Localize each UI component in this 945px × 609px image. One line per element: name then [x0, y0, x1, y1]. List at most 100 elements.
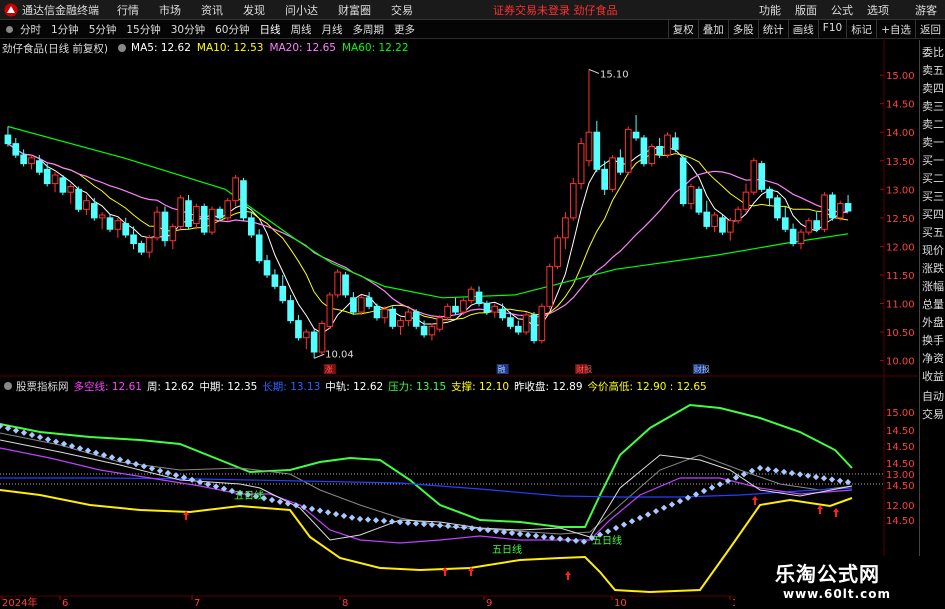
panel-buy1[interactable]: 买一	[921, 152, 945, 168]
panel-auto[interactable]: 自动	[921, 388, 945, 404]
candle-body-down	[200, 205, 208, 233]
candle	[412, 309, 420, 330]
candle-body-down	[75, 188, 82, 210]
sub-axis-label: 15.00	[886, 408, 915, 419]
price-axis-label: 12.00	[886, 242, 915, 253]
panel-buy5[interactable]: 买五	[921, 224, 945, 240]
candle-body-down	[530, 314, 538, 342]
candle-body-down	[90, 203, 98, 219]
candle	[711, 212, 718, 233]
candle-body-down	[632, 131, 640, 139]
candle	[169, 223, 177, 250]
panel-trade[interactable]: 交易	[921, 406, 945, 422]
candle	[224, 197, 232, 221]
midterm-diamond	[796, 471, 804, 478]
panel-sell4[interactable]: 卖四	[921, 80, 945, 96]
candle	[844, 195, 852, 212]
candle-body-up	[381, 308, 389, 319]
candle-body-down	[255, 234, 263, 262]
midterm-diamond	[556, 535, 564, 542]
candle-body-down	[43, 168, 51, 185]
panel-turnover[interactable]: 换手	[921, 332, 945, 348]
candle-body-down	[758, 163, 766, 190]
candle-body-down	[185, 200, 192, 227]
candle	[59, 175, 67, 196]
candle	[797, 229, 805, 250]
midterm-diamond	[612, 524, 620, 532]
panel-sell3[interactable]: 卖三	[921, 98, 945, 114]
midterm-diamond	[364, 516, 372, 523]
candle	[719, 215, 726, 235]
legend-ma10: MA10: 12.53	[196, 42, 264, 54]
candle	[193, 203, 200, 230]
panel-change-pct[interactable]: 涨幅	[921, 278, 945, 294]
candle	[452, 297, 459, 315]
legend-ma60: MA60: 12.22	[341, 42, 409, 54]
panel-outer[interactable]: 外盘	[921, 314, 945, 330]
legend-yali: 压力: 13.15	[388, 380, 447, 393]
sub-legend-settings-icon[interactable]	[4, 382, 12, 390]
candle	[624, 126, 632, 176]
site-watermark: 乐淘公式网 www.60lt.com	[735, 556, 945, 609]
event-marker-label: 涨	[325, 364, 333, 374]
candle	[742, 183, 750, 213]
panel-weibi[interactable]: 委比	[921, 44, 945, 60]
panel-buy3[interactable]: 买三	[921, 188, 945, 204]
midterm-diamond	[564, 536, 572, 543]
candle	[28, 155, 35, 170]
midterm-diamond	[540, 533, 548, 540]
candle	[781, 206, 789, 233]
candle	[601, 160, 608, 196]
legend-settings-icon[interactable]	[118, 44, 127, 52]
candle	[90, 197, 98, 221]
midterm-diamond	[476, 526, 484, 533]
panel-sell5[interactable]: 卖五	[921, 62, 945, 78]
midterm-diamond	[316, 507, 324, 514]
five-day-line-label: 五日线	[492, 543, 522, 556]
candle	[208, 206, 216, 235]
kline-chart[interactable]: 15.00 14.50 14.00 13.50 13.00 12.50 12.00 11.50…	[0, 0, 945, 609]
time-axis-label: 9	[486, 598, 492, 609]
panel-price[interactable]: 现价	[921, 242, 945, 258]
midterm-diamond	[76, 445, 84, 452]
midterm-diamond	[820, 475, 828, 482]
candle	[318, 320, 326, 355]
candle	[640, 135, 648, 167]
panel-volume[interactable]: 总量	[921, 296, 945, 312]
panel-sell1[interactable]: 卖一	[921, 134, 945, 150]
panel-earnings[interactable]: 收益	[921, 368, 945, 384]
midterm-diamond	[348, 514, 356, 521]
midterm-diamond	[324, 509, 332, 516]
panel-buy2[interactable]: 买二	[921, 170, 945, 186]
candle	[460, 297, 467, 315]
candle-body-down	[122, 223, 130, 236]
candle-body-down	[161, 211, 169, 242]
panel-buy4[interactable]: 买四	[921, 206, 945, 222]
midterm-diamond	[644, 511, 652, 518]
candle-body-down	[365, 297, 373, 307]
panel-sell2[interactable]: 卖二	[921, 116, 945, 132]
candle	[632, 115, 640, 141]
candle-body-up	[169, 225, 177, 242]
candle	[679, 155, 687, 207]
candle	[255, 229, 263, 264]
candle-body-down	[287, 300, 294, 322]
panel-netasset[interactable]: 净资	[921, 350, 945, 366]
candle-body-down	[271, 274, 279, 287]
candle-body-down	[601, 168, 608, 190]
midterm-diamond	[724, 477, 732, 485]
price-axis-label: 11.50	[886, 271, 915, 282]
buy-signal-arrow-icon	[565, 571, 571, 580]
midterm-diamond	[372, 517, 380, 524]
midterm-diamond	[268, 496, 276, 504]
candle-body-down	[766, 188, 773, 199]
sub-axis-label: 14.50	[886, 481, 915, 492]
candle-body-up	[554, 237, 561, 267]
time-axis-label: 2024年	[2, 596, 37, 609]
candle-body-down	[452, 305, 459, 313]
legend-changqi: 长期: 13.13	[262, 380, 321, 393]
candle-body-down	[389, 308, 396, 327]
panel-change[interactable]: 涨跌	[921, 260, 945, 276]
midterm-diamond	[332, 511, 340, 518]
candle	[687, 183, 695, 210]
